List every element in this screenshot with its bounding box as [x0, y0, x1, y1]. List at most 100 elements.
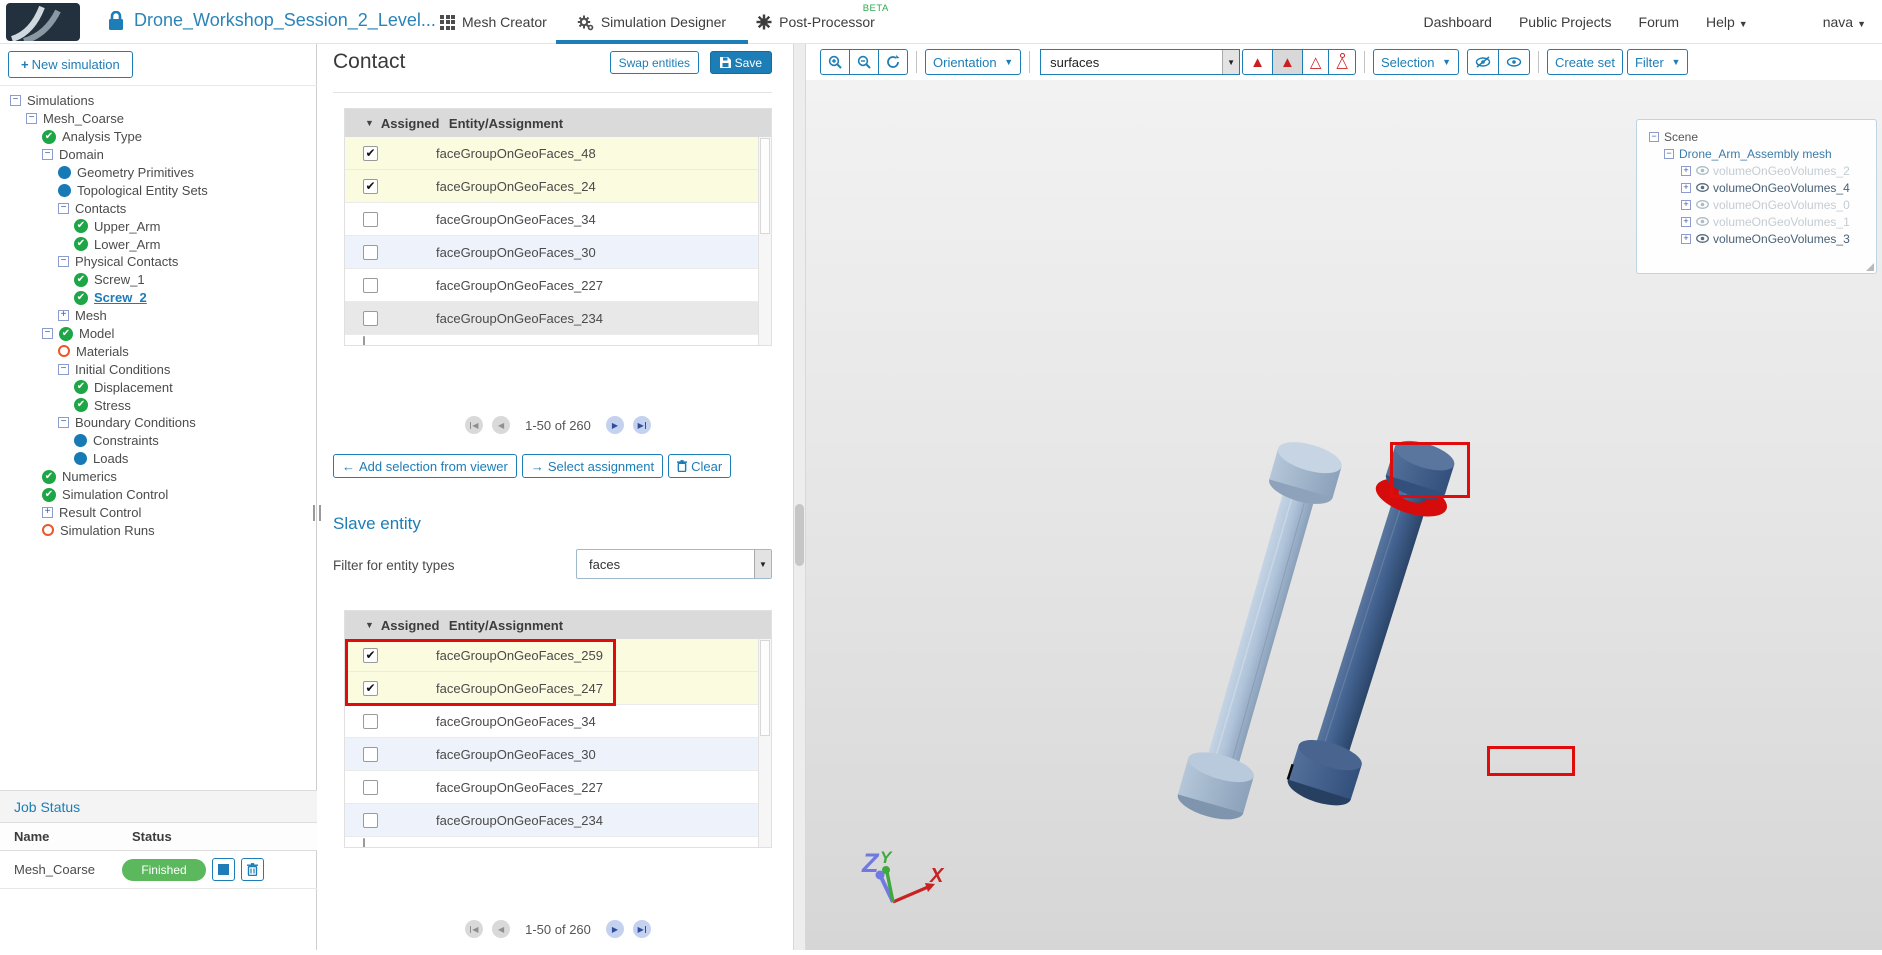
show-selection-button[interactable] — [1497, 49, 1530, 75]
create-set-button[interactable]: Create set — [1546, 49, 1623, 75]
table-row[interactable]: ✔ faceGroupOnGeoFaces_48 — [345, 137, 771, 170]
table-header[interactable]: ▼ Assigned Entity/Assignment — [345, 611, 771, 639]
zoom-in-button[interactable] — [820, 49, 850, 75]
tree-item[interactable]: − ✔ Model — [6, 325, 314, 343]
collapse-icon[interactable]: − — [42, 149, 53, 161]
tree-item[interactable]: Topological Entity Sets — [6, 181, 314, 199]
scene-volume-row[interactable]: + volumeOnGeoVolumes_1 — [1637, 213, 1876, 230]
table-scrollbar[interactable] — [758, 137, 771, 345]
reset-view-button[interactable] — [878, 49, 908, 75]
table-row[interactable]: faceGroupOnGeoFaces_34 — [345, 203, 771, 236]
zoom-fit-button[interactable] — [849, 49, 879, 75]
expand-icon[interactable]: + — [1681, 165, 1691, 176]
tree-item[interactable]: − Boundary Conditions — [6, 414, 314, 432]
table-row[interactable]: ✔ faceGroupOnGeoFaces_259 — [345, 639, 771, 672]
tree-item[interactable]: − Domain — [6, 146, 314, 164]
last-page-button[interactable]: ▶ — [632, 416, 651, 434]
table-scrollbar[interactable] — [758, 639, 771, 847]
row-checkbox[interactable] — [363, 746, 378, 762]
app-logo-icon[interactable] — [6, 3, 80, 41]
tree-item[interactable]: − Physical Contacts — [6, 253, 314, 271]
surface-filter-select[interactable]: surfaces ▼ — [1040, 49, 1241, 75]
new-simulation-button[interactable]: + New simulation — [8, 51, 133, 78]
delete-job-button[interactable] — [241, 858, 264, 881]
help-menu[interactable]: Help ▼ — [1706, 14, 1748, 30]
row-checkbox[interactable] — [363, 211, 378, 227]
tab-post-processor[interactable]: Post-Processor BETA — [756, 3, 888, 30]
tree-item[interactable]: ✔ Upper_Arm — [6, 217, 314, 235]
tree-item[interactable]: − Mesh_Coarse — [6, 110, 314, 128]
collapse-icon[interactable]: − — [1649, 131, 1659, 142]
tree-item[interactable]: − Simulations — [6, 92, 314, 110]
table-row[interactable]: faceGroupOnGeoFaces_34 — [345, 705, 771, 738]
tree-item[interactable]: Geometry Primitives — [6, 164, 314, 182]
filter-button[interactable]: Filter ▼ — [1626, 49, 1689, 75]
orientation-button[interactable]: Orientation ▼ — [925, 49, 1022, 75]
panel-scrollbar[interactable] — [793, 44, 806, 950]
collapse-icon[interactable]: − — [26, 113, 37, 125]
collapse-icon[interactable]: − — [58, 417, 69, 429]
row-checkbox[interactable] — [363, 713, 378, 729]
table-row[interactable]: faceGroupOnGeoFaces_234 — [345, 302, 771, 335]
selection-button[interactable]: Selection ▼ — [1372, 49, 1459, 75]
collapse-icon[interactable]: − — [58, 256, 69, 268]
expand-icon[interactable]: + — [1681, 216, 1691, 227]
add-selection-from-viewer-button[interactable]: ← Add selection from viewer — [333, 454, 517, 478]
scene-volume-row[interactable]: + volumeOnGeoVolumes_4 — [1637, 179, 1876, 196]
expand-icon[interactable]: + — [42, 506, 53, 518]
scene-mesh-node[interactable]: − Drone_Arm_Assembly mesh — [1637, 145, 1876, 162]
swap-entities-button[interactable]: Swap entities — [609, 51, 699, 74]
eye-hidden-icon[interactable] — [1696, 164, 1709, 178]
tree-item[interactable]: Materials — [6, 342, 314, 360]
expand-icon[interactable]: + — [1681, 182, 1691, 193]
expand-icon[interactable]: + — [1681, 199, 1691, 210]
tree-item[interactable]: − Initial Conditions — [6, 360, 314, 378]
collapse-icon[interactable]: − — [1664, 148, 1674, 159]
tree-item[interactable]: ✔ Screw_1 — [6, 271, 314, 289]
eye-hidden-icon[interactable] — [1696, 215, 1709, 229]
table-row[interactable]: faceGroupOnGeoFaces_227 — [345, 771, 771, 804]
tree-item[interactable]: − Contacts — [6, 199, 314, 217]
select-assignment-button[interactable]: → Select assignment — [521, 454, 664, 478]
row-checkbox[interactable] — [363, 779, 378, 795]
tree-item[interactable]: + Result Control — [6, 503, 314, 521]
table-row[interactable]: ✔ faceGroupOnGeoFaces_24 — [345, 170, 771, 203]
expand-icon[interactable]: + — [1681, 233, 1691, 244]
show-solid-faces-button[interactable]: ▲ — [1242, 49, 1273, 75]
tree-item[interactable]: ✔ Numerics — [6, 468, 314, 486]
tree-item[interactable]: ✔ Simulation Control — [6, 486, 314, 504]
tree-item[interactable]: ✔ Analysis Type — [6, 128, 314, 146]
last-page-button[interactable]: ▶ — [632, 920, 651, 938]
table-row[interactable]: faceGroupOnGeoFaces_30 — [345, 236, 771, 269]
show-wireframe-button[interactable]: △ — [1301, 49, 1330, 75]
scene-volume-row[interactable]: + volumeOnGeoVolumes_3 — [1637, 230, 1876, 247]
stop-job-button[interactable] — [212, 858, 235, 881]
hide-selection-button[interactable] — [1466, 49, 1499, 75]
show-points-button[interactable]: △ — [1328, 49, 1356, 75]
link-dashboard[interactable]: Dashboard — [1423, 14, 1492, 30]
next-page-button[interactable]: ▶ — [605, 920, 624, 938]
row-checkbox[interactable]: ✔ — [363, 178, 378, 194]
collapse-icon[interactable]: − — [10, 95, 21, 107]
link-public-projects[interactable]: Public Projects — [1519, 14, 1612, 30]
tree-item[interactable]: Loads — [6, 450, 314, 468]
viewer-3d[interactable]: Orientation ▼ surfaces ▼ ▲ ▲ △ △ Selecti… — [806, 44, 1882, 950]
tree-item[interactable]: Simulation Runs — [6, 521, 314, 539]
tab-mesh-creator[interactable]: Mesh Creator — [440, 14, 547, 30]
row-checkbox[interactable]: ✔ — [363, 680, 378, 696]
scene-volume-row[interactable]: + volumeOnGeoVolumes_2 — [1637, 162, 1876, 179]
collapse-icon[interactable]: − — [58, 202, 69, 214]
clear-button[interactable]: Clear — [668, 454, 732, 478]
scene-volume-row[interactable]: + volumeOnGeoVolumes_0 — [1637, 196, 1876, 213]
row-checkbox[interactable] — [363, 812, 378, 828]
resize-handle[interactable] — [1866, 263, 1874, 271]
row-checkbox[interactable] — [363, 277, 378, 293]
row-checkbox[interactable]: ✔ — [363, 145, 378, 161]
link-forum[interactable]: Forum — [1639, 14, 1679, 30]
table-header[interactable]: ▼ Assigned Entity/Assignment — [345, 109, 771, 137]
table-row[interactable]: faceGroupOnGeoFaces_227 — [345, 269, 771, 302]
collapse-icon[interactable]: − — [58, 363, 69, 375]
row-checkbox[interactable]: ✔ — [363, 647, 378, 663]
eye-hidden-icon[interactable] — [1696, 198, 1709, 212]
user-menu[interactable]: nava ▼ — [1823, 14, 1866, 30]
